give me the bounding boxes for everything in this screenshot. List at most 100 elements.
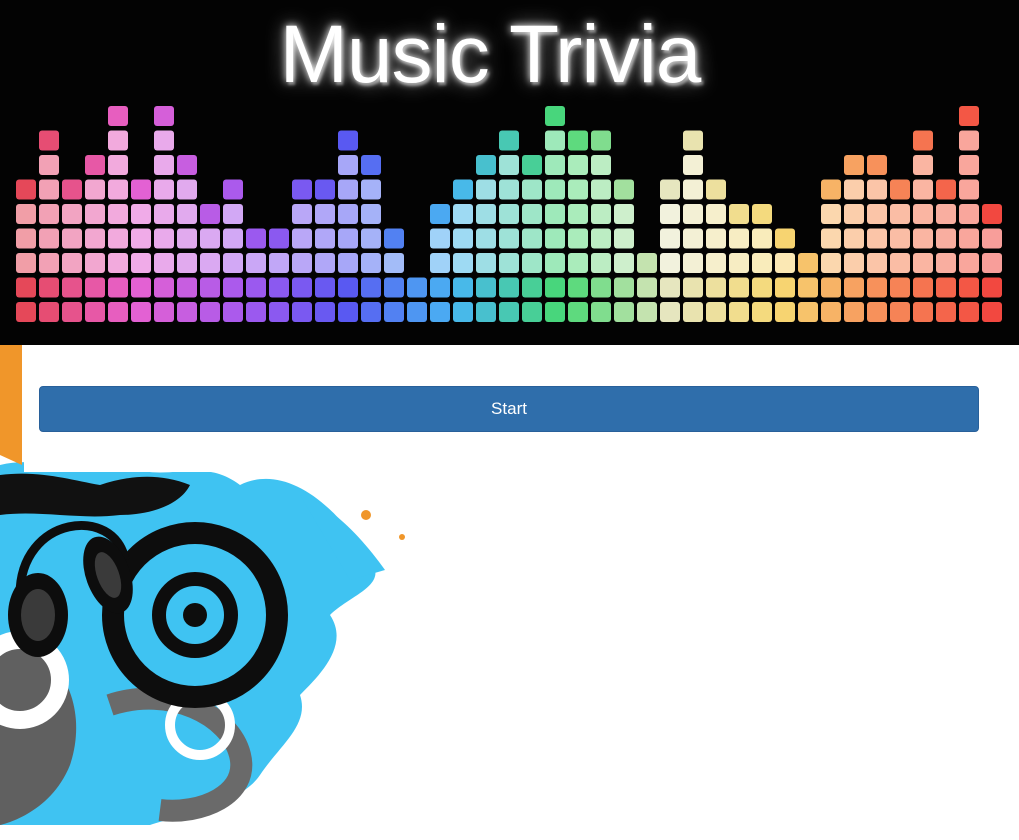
equalizer-cell — [338, 277, 358, 298]
equalizer-cell — [315, 228, 335, 249]
equalizer-cell — [844, 253, 864, 273]
equalizer-cell — [522, 155, 542, 175]
equalizer-cell — [453, 228, 473, 249]
equalizer-cell — [614, 253, 634, 273]
equalizer-cell — [867, 155, 887, 175]
equalizer-cell — [775, 253, 795, 273]
equalizer-cell — [890, 179, 910, 200]
equalizer-cell — [683, 302, 703, 322]
equalizer-cell — [131, 302, 151, 322]
equalizer-cell — [499, 277, 519, 298]
equalizer-cell — [39, 204, 59, 224]
equalizer-cell — [959, 106, 979, 126]
equalizer-cell — [729, 253, 749, 273]
equalizer-cell — [154, 106, 174, 126]
equalizer-cell — [890, 253, 910, 273]
equalizer-cell — [936, 228, 956, 249]
equalizer-cell — [476, 253, 496, 273]
equalizer-cell — [108, 106, 128, 126]
equalizer-cell — [499, 204, 519, 224]
equalizer-cell — [430, 228, 450, 249]
equalizer-cell — [821, 253, 841, 273]
equalizer-cell — [913, 228, 933, 249]
equalizer-cell — [16, 204, 36, 224]
start-button[interactable]: Start — [39, 386, 979, 432]
equalizer-cell — [683, 179, 703, 200]
equalizer-cell — [453, 204, 473, 224]
equalizer-cell — [614, 204, 634, 224]
equalizer-cell — [315, 204, 335, 224]
equalizer-cell — [154, 155, 174, 175]
equalizer-cell — [821, 204, 841, 224]
equalizer-cell — [315, 302, 335, 322]
equalizer-cell — [522, 179, 542, 200]
equalizer-cell — [338, 204, 358, 224]
equalizer-cell — [729, 204, 749, 224]
equalizer-cell — [338, 253, 358, 273]
equalizer-cell — [752, 277, 772, 298]
equalizer-cell — [591, 204, 611, 224]
equalizer-cell — [292, 277, 312, 298]
equalizer-cell — [361, 277, 381, 298]
equalizer-cell — [85, 302, 105, 322]
equalizer-cell — [844, 155, 864, 175]
equalizer-cell — [752, 302, 772, 322]
equalizer-cell — [453, 302, 473, 322]
equalizer-cell — [821, 179, 841, 200]
equalizer-cell — [223, 228, 243, 249]
equalizer-cell — [614, 228, 634, 249]
equalizer-cell — [614, 179, 634, 200]
equalizer-cell — [913, 204, 933, 224]
equalizer-cell — [85, 204, 105, 224]
equalizer-cell — [568, 277, 588, 298]
equalizer-cell — [522, 253, 542, 273]
equalizer-cell — [430, 253, 450, 273]
equalizer-cell — [338, 155, 358, 175]
equalizer-cell — [499, 130, 519, 151]
equalizer-cell — [844, 302, 864, 322]
equalizer-cell — [177, 228, 197, 249]
equalizer-cell — [39, 253, 59, 273]
equalizer-cell — [200, 277, 220, 298]
equalizer-cell — [154, 302, 174, 322]
equalizer-cell — [706, 228, 726, 249]
equalizer-cell — [499, 155, 519, 175]
equalizer-cell — [269, 253, 289, 273]
equalizer-cell — [200, 302, 220, 322]
equalizer-cell — [821, 277, 841, 298]
equalizer-cell — [798, 277, 818, 298]
equalizer-cell — [959, 277, 979, 298]
equalizer-cell — [177, 253, 197, 273]
equalizer-cell — [154, 130, 174, 151]
equalizer-cell — [775, 228, 795, 249]
equalizer-cell — [545, 204, 565, 224]
equalizer-cell — [177, 155, 197, 175]
equalizer-cell — [890, 277, 910, 298]
equalizer-cell — [131, 228, 151, 249]
equalizer-cell — [292, 302, 312, 322]
equalizer-cell — [39, 179, 59, 200]
equalizer-cell — [108, 179, 128, 200]
equalizer-cell — [476, 228, 496, 249]
equalizer-cell — [821, 302, 841, 322]
equalizer-cell — [223, 302, 243, 322]
equalizer-cell — [568, 302, 588, 322]
equalizer-cell — [821, 228, 841, 249]
equalizer-cell — [269, 302, 289, 322]
equalizer-cell — [338, 179, 358, 200]
equalizer-cell — [706, 277, 726, 298]
equalizer-cell — [453, 277, 473, 298]
equalizer-cell — [177, 277, 197, 298]
equalizer-cell — [545, 106, 565, 126]
equalizer-cell — [499, 253, 519, 273]
equalizer-cell — [108, 130, 128, 151]
equalizer-cell — [154, 179, 174, 200]
equalizer-cell — [591, 253, 611, 273]
equalizer-cell — [798, 302, 818, 322]
equalizer-cell — [982, 302, 1002, 322]
equalizer-cell — [62, 228, 82, 249]
equalizer-cell — [407, 277, 427, 298]
equalizer-cell — [890, 204, 910, 224]
equalizer-cell — [246, 228, 266, 249]
equalizer-cell — [637, 277, 657, 298]
